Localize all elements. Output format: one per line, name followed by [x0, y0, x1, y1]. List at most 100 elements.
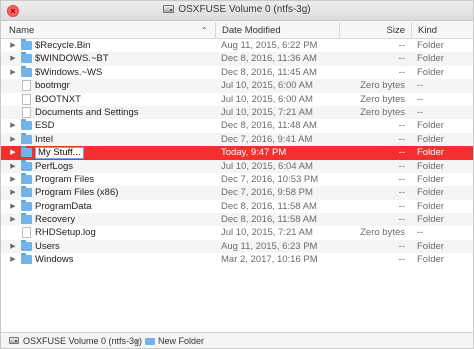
folder-icon — [21, 172, 32, 184]
disclosure-triangle-icon[interactable]: ▶ — [9, 133, 17, 146]
folder-icon — [21, 199, 32, 211]
file-size: -- — [398, 40, 405, 51]
date-modified: Jul 10, 2015, 6:04 AM — [221, 160, 313, 172]
file-name: Intel — [35, 133, 53, 145]
file-size: -- — [398, 120, 405, 132]
file-size: -- — [398, 200, 405, 212]
file-kind: Folder — [417, 133, 444, 145]
date-modified: Dec 8, 2016, 11:45 AM — [221, 66, 317, 78]
file-name: $Windows.~WS — [35, 66, 103, 78]
file-kind: Folder — [417, 160, 444, 172]
file-row[interactable]: ▶ Program Files Dec 7, 2016, 10:53 PM -- Fol… — [1, 172, 473, 186]
file-size: Zero bytes — [360, 93, 405, 105]
date-modified: Dec 7, 2016, 9:41 AM — [221, 133, 313, 145]
file-name: Program Files (x86) — [35, 187, 119, 199]
disclosure-triangle-icon[interactable]: ▶ — [9, 39, 17, 52]
file-row[interactable]: ▶ $Windows.~WS Dec 8, 2016, 11:45 AM -- Fold… — [1, 65, 473, 79]
path-volume[interactable]: OSXFUSE Volume 0 (ntfs-3g) — [23, 333, 142, 348]
file-row[interactable]: ▶ Program Files (x86) Dec 7, 2016, 9:58 PM… — [1, 186, 473, 200]
file-name: RHDSetup.log — [35, 227, 96, 239]
folder-icon — [21, 239, 32, 251]
folder-icon — [21, 146, 32, 158]
file-name: PerfLogs — [35, 160, 74, 172]
file-name: BOOTNXT — [35, 93, 81, 105]
file-size: -- — [398, 133, 405, 145]
file-row[interactable]: ▶ Users Aug 11, 2015, 6:23 PM -- Folder — [1, 239, 473, 254]
path-folder[interactable]: New Folder — [158, 333, 204, 348]
file-size: Zero bytes — [360, 80, 405, 92]
file-size: -- — [398, 187, 405, 199]
file-row[interactable]: ▶ $WINDOWS.~BT Dec 8, 2016, 11:36 AM -- Fold… — [1, 52, 473, 66]
date-modified: Mar 2, 2017, 10:16 PM — [221, 254, 318, 266]
file-kind: -- — [417, 106, 424, 118]
file-size: -- — [398, 173, 405, 185]
file-size: Zero bytes — [360, 106, 405, 118]
column-header-date[interactable]: Date Modified — [215, 22, 339, 39]
disclosure-triangle-icon[interactable]: ▶ — [9, 253, 17, 266]
date-modified: Dec 7, 2016, 9:58 PM — [221, 187, 313, 199]
column-header-size[interactable]: Size — [339, 22, 411, 39]
disclosure-triangle-icon[interactable]: ▶ — [9, 66, 17, 79]
title-bar[interactable]: × OSXFUSE Volume 0 (ntfs-3g) — [1, 1, 473, 21]
file-kind: Folder — [417, 66, 444, 78]
file-row[interactable]: ▶ ESD Dec 8, 2016, 11:48 AM -- Folder — [1, 119, 473, 132]
disk-icon — [163, 5, 175, 13]
rename-field[interactable]: My Stuff... — [35, 147, 84, 160]
file-row[interactable]: ▶ ProgramData Dec 8, 2016, 11:58 AM -- Folde… — [1, 199, 473, 213]
file-kind: Folder — [417, 120, 444, 132]
disclosure-triangle-icon[interactable]: ▶ — [9, 240, 17, 253]
file-kind: -- — [417, 227, 424, 239]
disclosure-triangle-icon — [9, 79, 17, 92]
date-modified: Dec 8, 2016, 11:58 AM — [221, 214, 317, 226]
disclosure-triangle-icon[interactable]: ▶ — [9, 213, 17, 226]
file-kind: Folder — [417, 187, 444, 199]
file-kind: Folder — [417, 53, 444, 65]
disclosure-triangle-icon[interactable]: ▶ — [9, 119, 17, 132]
file-size: -- — [398, 147, 405, 159]
file-kind: -- — [417, 80, 424, 92]
date-modified: Aug 11, 2015, 6:23 PM — [221, 240, 318, 252]
column-header-name[interactable]: Name — [1, 22, 215, 39]
file-row[interactable]: ▶ Windows Mar 2, 2017, 10:16 PM -- Folder — [1, 253, 473, 266]
folder-icon — [21, 52, 32, 64]
disclosure-triangle-icon — [9, 226, 17, 239]
file-row[interactable]: bootmgr Jul 10, 2015, 6:00 AM Zero bytes -- — [1, 79, 473, 93]
disclosure-triangle-icon[interactable]: ▶ — [9, 146, 17, 159]
column-header-kind[interactable]: Kind — [411, 22, 473, 39]
file-row[interactable]: BOOTNXT Jul 10, 2015, 6:00 AM Zero bytes -- — [1, 93, 473, 106]
disclosure-triangle-icon[interactable]: ▶ — [9, 160, 17, 173]
date-modified: Today, 9:47 PM — [221, 147, 287, 159]
finder-window: × OSXFUSE Volume 0 (ntfs-3g) Name ⌃ Date… — [0, 0, 474, 349]
file-row[interactable]: Documents and Settings Jul 10, 2015, 7:21… — [1, 105, 473, 120]
file-name-cell: My Stuff... — [35, 146, 215, 160]
volume-disk-icon — [9, 337, 19, 344]
file-name: Windows — [35, 254, 74, 266]
date-modified: Jul 10, 2015, 6:00 AM — [221, 93, 313, 105]
file-row[interactable]: ▶ PerfLogs Jul 10, 2015, 6:04 AM -- Folder — [1, 159, 473, 173]
file-name: $Recycle.Bin — [35, 40, 91, 51]
file-name: ESD — [35, 120, 55, 132]
disclosure-triangle-icon[interactable]: ▶ — [9, 173, 17, 186]
file-row[interactable]: ▶ Intel Dec 7, 2016, 9:41 AM -- Folder — [1, 132, 473, 147]
file-row-selected[interactable]: ▶ My Stuff... Today, 9:47 PM -- Folder — [1, 146, 473, 160]
window-title-wrap: OSXFUSE Volume 0 (ntfs-3g) — [1, 4, 473, 15]
folder-icon — [21, 132, 32, 144]
disclosure-triangle-icon[interactable]: ▶ — [9, 186, 17, 199]
file-name: Users — [35, 240, 60, 252]
file-kind: Folder — [417, 200, 444, 212]
date-modified: Aug 11, 2015, 6:22 PM — [221, 40, 318, 51]
file-row[interactable]: RHDSetup.log Jul 10, 2015, 7:21 AM Zero by… — [1, 226, 473, 239]
sort-ascending-icon: ⌃ — [201, 26, 208, 35]
date-modified: Dec 8, 2016, 11:48 AM — [221, 120, 317, 132]
file-kind: Folder — [417, 173, 444, 185]
date-modified: Jul 10, 2015, 7:21 AM — [221, 106, 313, 118]
disclosure-triangle-icon[interactable]: ▶ — [9, 200, 17, 213]
file-row[interactable]: ▶ $Recycle.Bin Aug 11, 2015, 6:22 PM -- Fold… — [1, 39, 473, 52]
file-name: Documents and Settings — [35, 106, 139, 118]
disclosure-triangle-icon[interactable]: ▶ — [9, 52, 17, 65]
disclosure-triangle-icon — [9, 93, 17, 106]
file-row[interactable]: ▶ Recovery Dec 8, 2016, 11:58 AM -- Folder — [1, 213, 473, 227]
file-size: -- — [398, 214, 405, 226]
folder-icon — [21, 159, 32, 171]
file-kind: Folder — [417, 40, 444, 51]
